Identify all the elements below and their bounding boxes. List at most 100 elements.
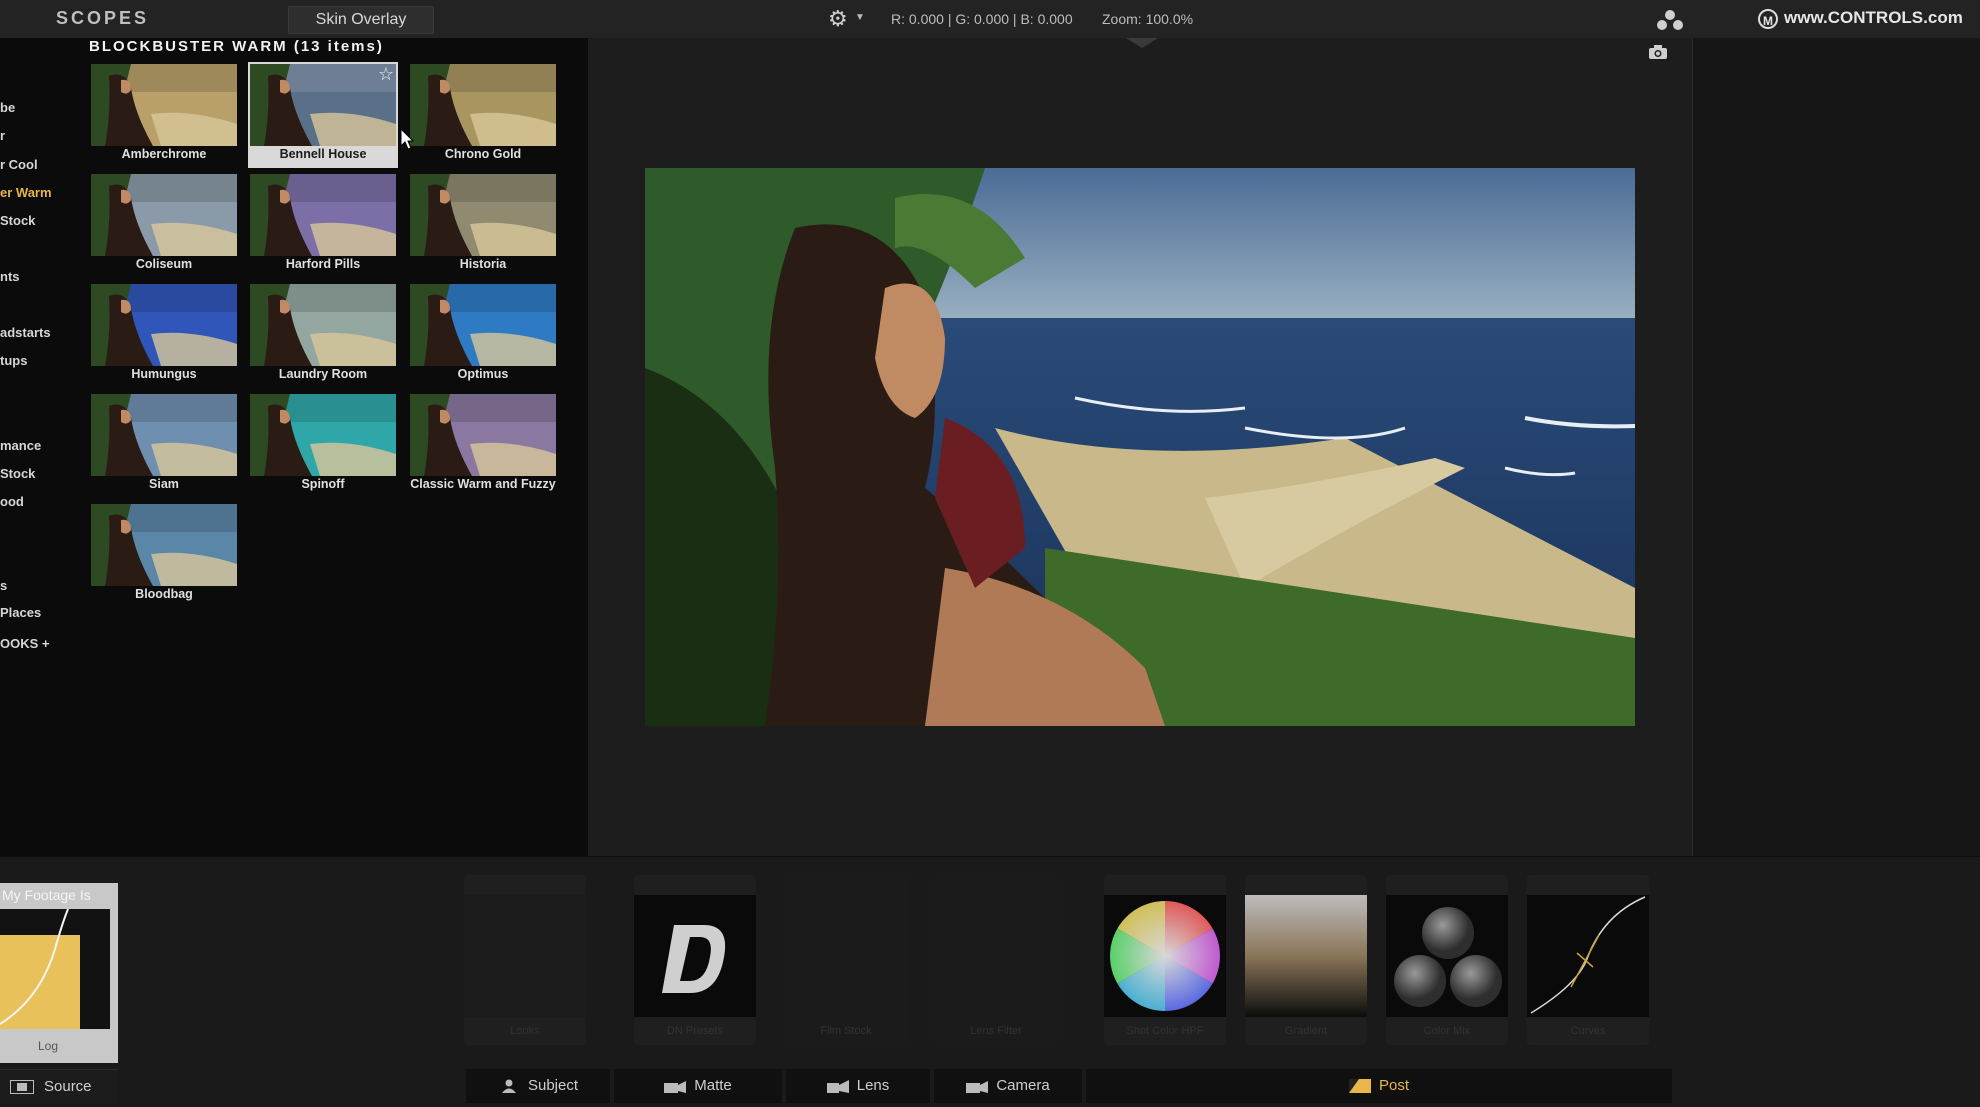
category-item[interactable]: Stock [0,466,35,481]
footage-type-selector[interactable]: My Footage Is Log [0,883,118,1063]
look-preview-image [410,394,556,476]
tab-post[interactable]: Post [1086,1069,1672,1103]
log-curve-graph [0,909,110,1029]
tool-slot-lens-filter[interactable]: Lens Filter [935,875,1057,1045]
tool-slot-looks[interactable]: Looks [464,875,586,1045]
rgb-readout: R: 0.000 | G: 0.000 | B: 0.000 [891,11,1073,27]
matte-icon [664,1081,687,1094]
look-thumbnail[interactable]: Bloodbag [89,502,239,608]
zoom-readout: Zoom: 100.0% [1102,11,1194,27]
category-item[interactable]: r [0,128,5,143]
category-item[interactable]: r Cool [0,157,38,172]
tool-box-curves [1527,895,1649,1017]
category-item[interactable]: nts [0,269,20,284]
person-icon [501,1079,516,1094]
look-thumbnail[interactable]: Humungus [89,282,239,388]
look-thumbnail[interactable]: ☆ Bennell House [248,62,398,168]
tab-label: Post [1378,1077,1409,1094]
look-thumbnail[interactable]: Chrono Gold [408,62,558,168]
category-item[interactable]: adstarts [0,325,51,340]
tab-label: Matte [694,1077,732,1094]
look-label: Bloodbag [135,587,193,601]
look-preview-image [91,504,237,586]
color-mix-icon [1394,907,1502,1007]
category-item[interactable]: tups [0,353,27,368]
tool-box-color-mix [1386,895,1508,1017]
source-label: Source [44,1078,92,1095]
category-item[interactable]: er Warm [0,185,52,200]
tool-box-empty [935,895,1057,1017]
tool-slot-color-mix[interactable]: Color Mix [1386,875,1508,1045]
tab-label: Camera [996,1077,1050,1094]
tab-lens[interactable]: Lens [786,1069,930,1103]
tool-slot-curves[interactable]: Curves [1527,875,1649,1045]
tab-matte[interactable]: Matte [614,1069,782,1103]
tool-label: Color Mix [1423,1025,1471,1037]
tool-slot-gradient[interactable]: Gradient [1245,875,1367,1045]
camera-icon [966,1081,989,1094]
tool-slot-dn-presets[interactable]: DN Presets [634,875,756,1045]
tool-slot-film-stock[interactable]: Film Stock [785,875,907,1045]
look-label: Coliseum [135,257,193,271]
look-thumbnail[interactable]: Historia [408,172,558,278]
category-item[interactable]: ood [0,494,24,509]
look-label: Harford Pills [285,257,361,271]
skin-overlay-button[interactable]: Skin Overlay [288,6,434,34]
tool-label: Shot Color HPF [1126,1025,1204,1037]
look-thumbnail[interactable]: Spinoff [248,392,398,498]
category-item[interactable]: s [0,578,7,593]
tab-label: Lens [856,1077,890,1094]
category-item[interactable]: mance [0,438,41,453]
gradient-preview [1245,895,1367,1017]
favorite-star-icon[interactable]: ☆ [378,64,394,85]
snapshot-camera-icon[interactable] [1648,44,1668,60]
tool-box-dn [634,895,756,1017]
look-label: Siam [149,477,179,491]
look-label: Classic Warm and Fuzzy [410,477,556,491]
source-button[interactable]: Source [0,1069,118,1104]
top-bar: SCOPES Skin Overlay ⚙ ▼ R: 0.000 | G: 0.… [0,0,1980,39]
look-label: Spinoff [301,477,345,491]
tool-slot-shot-color[interactable]: Shot Color HPF [1104,875,1226,1045]
look-preview-image [250,284,396,366]
look-label: Historia [459,257,507,271]
tab-camera[interactable]: Camera [934,1069,1082,1103]
look-preview-image [250,394,396,476]
share-icon[interactable] [1656,9,1684,31]
category-item[interactable]: Places [0,605,41,620]
look-label: Optimus [457,367,509,381]
look-label: Chrono Gold [444,147,522,161]
viewer-collapse-tab[interactable] [1126,38,1158,48]
look-thumbnail[interactable]: Classic Warm and Fuzzy [408,392,558,498]
look-thumbnail[interactable]: Siam [89,392,239,498]
look-thumbnail[interactable]: Laundry Room [248,282,398,388]
look-preview-image [410,284,556,366]
footage-title: My Footage Is [2,887,91,903]
look-preview-image [410,64,556,146]
bottom-toolbar: My Footage Is Log Source Looks DN Preset… [0,856,1980,1107]
look-thumbnail[interactable]: Optimus [408,282,558,388]
chevron-down-icon[interactable]: ▼ [855,12,865,23]
tool-box-empty [785,895,907,1017]
tab-subject[interactable]: Subject [466,1069,610,1103]
look-thumbnail[interactable]: Coliseum [89,172,239,278]
tab-label: Subject [527,1077,579,1094]
gear-icon[interactable]: ⚙ [828,6,848,32]
tool-label: Looks [510,1025,540,1037]
tool-box-empty [464,895,586,1017]
brand-text: www.CONTROLS.com [1784,8,1963,27]
look-thumbnail[interactable]: Harford Pills [248,172,398,278]
tool-label: DN Presets [666,1025,724,1037]
right-panel [1693,38,1980,856]
look-thumbnail[interactable]: Amberchrome [89,62,239,168]
looks-browser: be r r Cool er Warm Stock nts adstarts tups manc… [0,38,589,856]
category-item[interactable]: be [0,100,15,115]
tool-label: Gradient [1284,1025,1328,1037]
dn-logo-icon [662,925,726,993]
tool-label: Curves [1570,1025,1606,1037]
category-item[interactable]: Stock [0,213,35,228]
look-label: Amberchrome [121,147,207,161]
look-label: Bennell House [279,147,367,161]
scopes-button[interactable]: SCOPES [56,8,149,29]
category-item[interactable]: OOKS + [0,636,50,651]
